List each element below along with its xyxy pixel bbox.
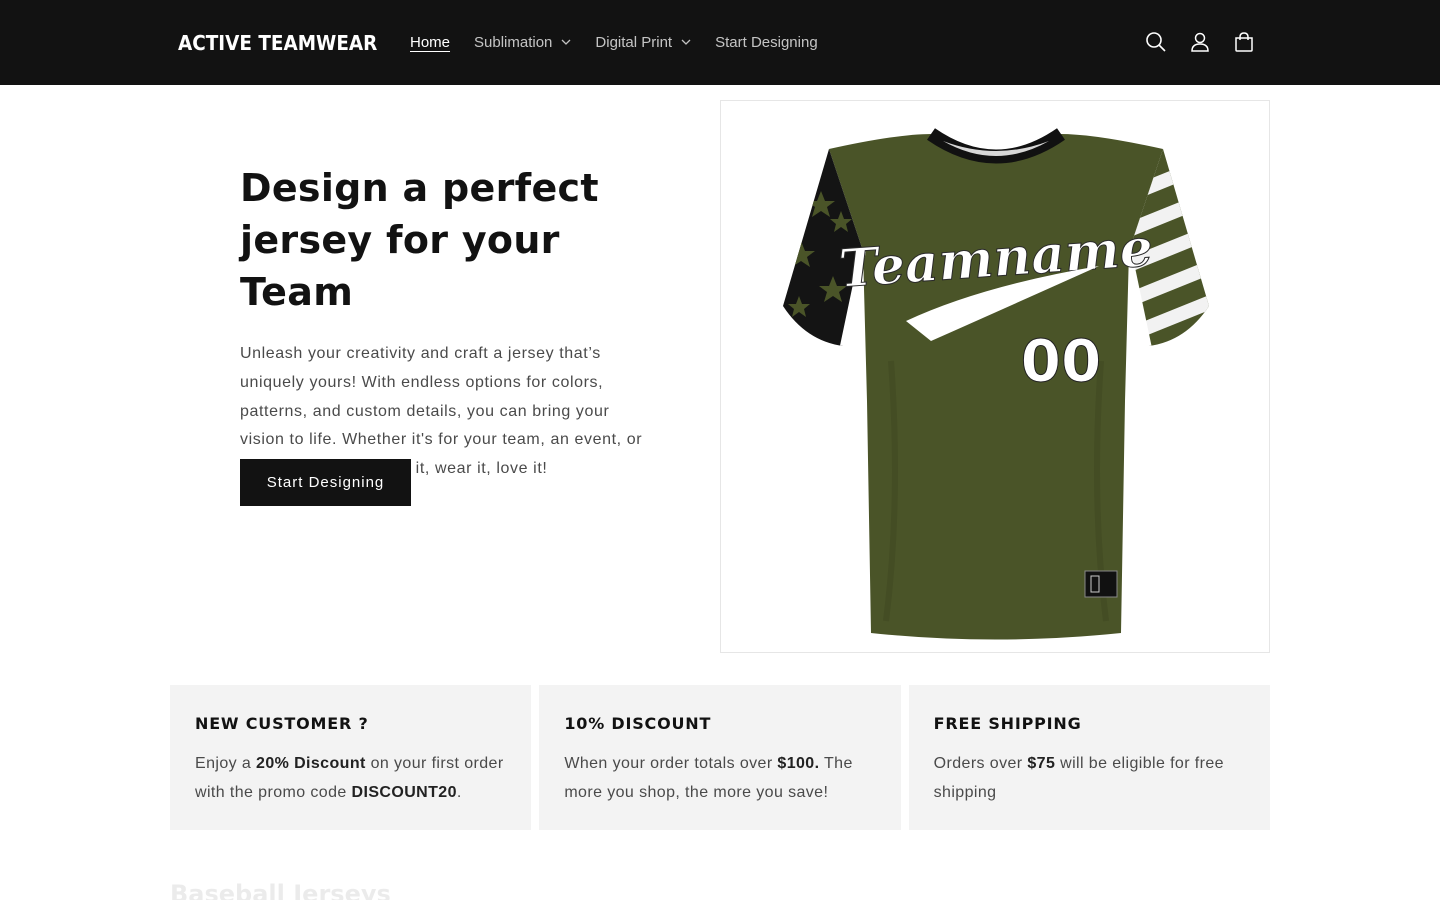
site-logo[interactable]: ACTIVE TEAMWEAR xyxy=(178,28,377,58)
nav-sublimation-label: Sublimation xyxy=(474,33,553,51)
search-icon[interactable] xyxy=(1134,22,1178,62)
card-title: FREE SHIPPING xyxy=(933,714,1082,733)
section-heading: Baseball Jerseys xyxy=(170,880,391,900)
card-title: NEW CUSTOMER ? xyxy=(195,714,369,733)
nav-home[interactable]: Home xyxy=(398,26,462,58)
start-designing-button[interactable]: Start Designing xyxy=(240,459,411,506)
jersey-number: 00 xyxy=(1021,327,1102,395)
card-discount: 10% DISCOUNT When your order totals over… xyxy=(539,685,901,830)
nav-start-designing-label: Start Designing xyxy=(715,33,818,51)
nav-home-label: Home xyxy=(410,33,451,51)
nav-digital-print[interactable]: Digital Print xyxy=(583,26,703,58)
nav-digital-print-label: Digital Print xyxy=(595,33,673,51)
cart-icon[interactable] xyxy=(1222,22,1266,62)
jersey-illustration: Teamname 00 xyxy=(783,128,1209,640)
nav-start-designing[interactable]: Start Designing xyxy=(703,26,830,58)
card-text: Enjoy a 20% Discount on your first order… xyxy=(195,755,504,801)
account-icon[interactable] xyxy=(1178,22,1222,62)
card-new-customer: NEW CUSTOMER ? Enjoy a 20% Discount on y… xyxy=(170,685,532,830)
card-free-shipping: FREE SHIPPING Orders over $75 will be el… xyxy=(908,685,1270,830)
main-nav: Home Sublimation Digital Print Start Des… xyxy=(398,26,830,58)
card-text: When your order totals over $100. The mo… xyxy=(564,755,853,801)
header-actions xyxy=(1134,22,1266,62)
info-cards: NEW CUSTOMER ? Enjoy a 20% Discount on y… xyxy=(170,685,1270,830)
site-header: ACTIVE TEAMWEAR Home Sublimation Digital… xyxy=(0,0,1440,85)
hero-jersey-image: Teamname 00 xyxy=(720,100,1270,653)
card-text: Orders over $75 will be eligible for fre… xyxy=(933,755,1224,801)
chevron-down-icon xyxy=(681,37,691,47)
hero-title: Design a perfect jersey for your Team xyxy=(240,166,599,314)
nav-sublimation[interactable]: Sublimation xyxy=(462,26,583,58)
card-title: 10% DISCOUNT xyxy=(564,714,712,733)
chevron-down-icon xyxy=(561,37,571,47)
hero-text-block: Design a perfect jersey for your Team Un… xyxy=(240,162,660,484)
